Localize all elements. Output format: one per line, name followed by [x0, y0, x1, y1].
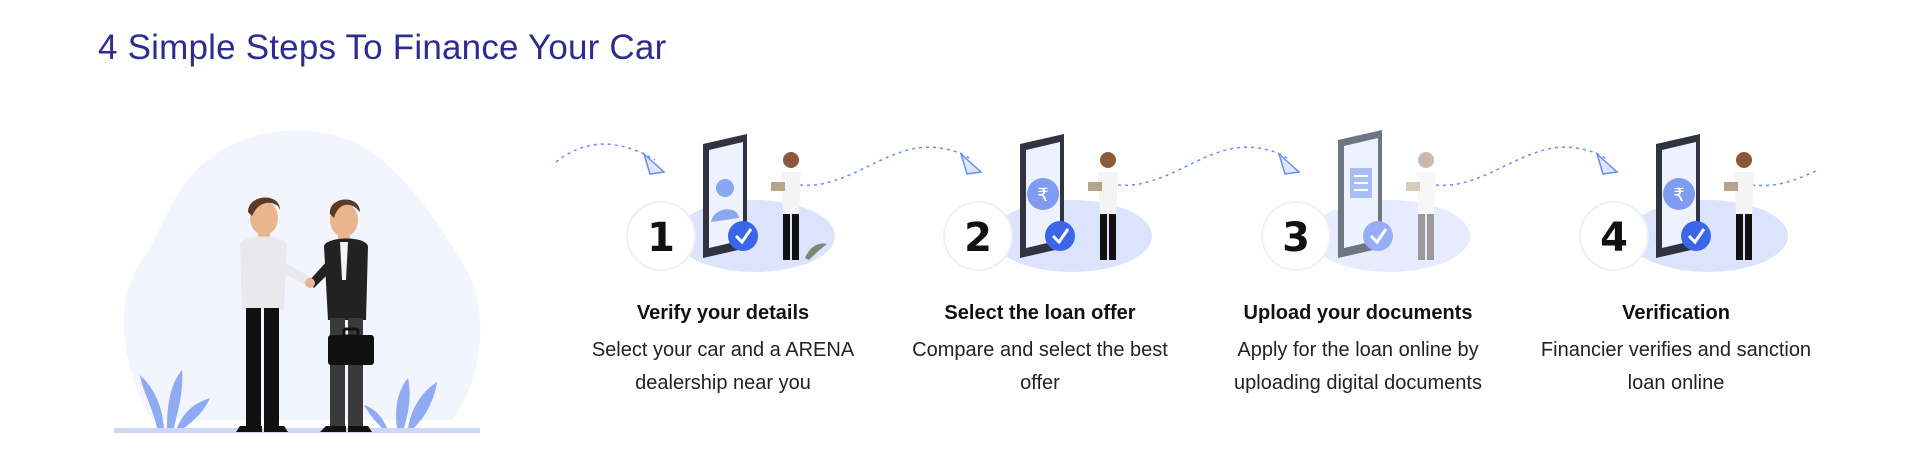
svg-text:₹: ₹ [1037, 185, 1048, 206]
step-number: 4 [1600, 215, 1628, 261]
step-number: 2 [964, 215, 992, 261]
step-description: Financier verifies and sanction loan onl… [1540, 339, 1812, 394]
rupee-verify-icon: 4 ₹ [1579, 134, 1788, 272]
step-title: Upload your documents [1243, 302, 1473, 324]
step-title: Verification [1622, 302, 1730, 324]
step-card: 2 ₹ Select the loan offer Compare and se… [892, 118, 1188, 418]
handshake-illustration [112, 120, 490, 440]
page-title: 4 Simple Steps To Finance Your Car [98, 28, 667, 67]
step-card: 4 ₹ Verification Financier verifies and … [1528, 118, 1824, 418]
step-number: 1 [647, 215, 675, 261]
step-description: Compare and select the best offer [912, 339, 1168, 394]
document-upload-icon: 3 [1261, 130, 1470, 272]
step-card: 1 Verify your details Select your car an… [575, 118, 871, 418]
step-description: Select your car and a ARENA dealership n… [591, 339, 855, 394]
rupee-offer-icon: 2 ₹ [943, 134, 1152, 272]
step-card: 3 Upload your documents Apply for the lo… [1210, 118, 1506, 418]
step-number: 3 [1282, 215, 1310, 261]
step-title: Verify your details [636, 302, 810, 324]
svg-text:₹: ₹ [1673, 185, 1684, 206]
step-description: Apply for the loan online by uploading d… [1234, 339, 1482, 394]
step-title: Select the loan offer [944, 302, 1136, 324]
user-verify-icon: 1 [626, 134, 835, 272]
